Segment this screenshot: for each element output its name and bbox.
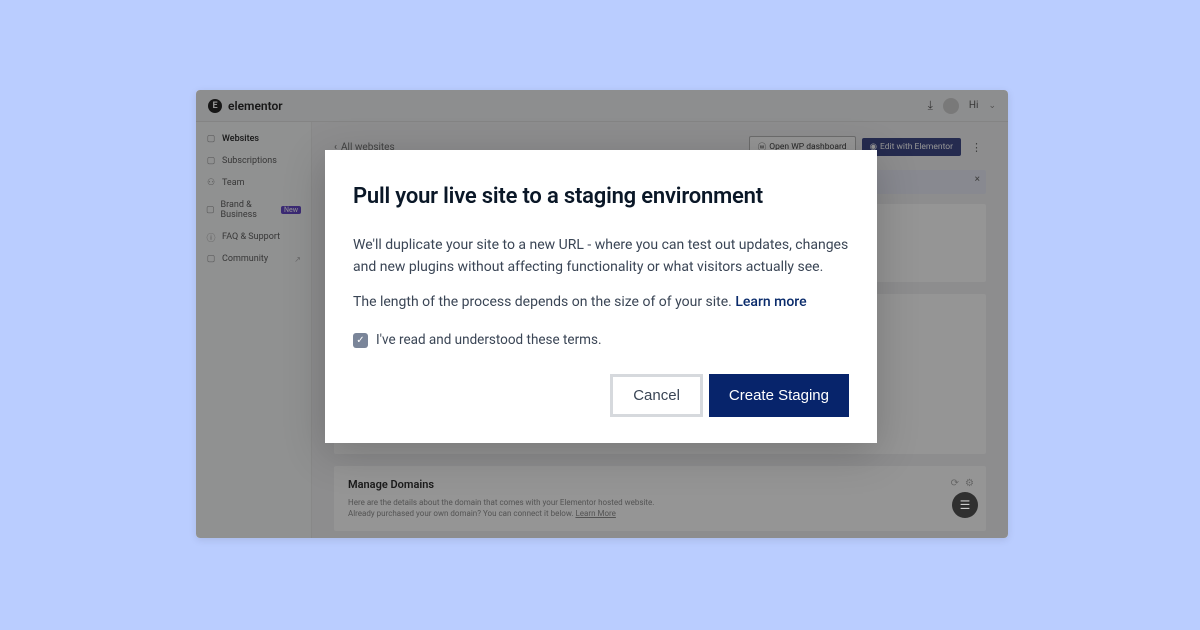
consent-checkbox[interactable]: ✓ bbox=[353, 333, 368, 348]
modal-paragraph-2: The length of the process depends on the… bbox=[353, 292, 849, 314]
help-fab[interactable]: ☰ bbox=[952, 492, 978, 518]
modal-paragraph-1: We'll duplicate your site to a new URL -… bbox=[353, 235, 849, 278]
cancel-button[interactable]: Cancel bbox=[610, 374, 703, 417]
modal-p2-text: The length of the process depends on the… bbox=[353, 294, 735, 310]
chat-icon: ☰ bbox=[960, 498, 971, 512]
modal-title: Pull your live site to a staging environ… bbox=[353, 184, 849, 209]
consent-row[interactable]: ✓ I've read and understood these terms. bbox=[353, 332, 849, 348]
consent-label: I've read and understood these terms. bbox=[376, 332, 602, 348]
learn-more-link[interactable]: Learn more bbox=[735, 294, 806, 310]
create-staging-button[interactable]: Create Staging bbox=[709, 374, 849, 417]
staging-modal: Pull your live site to a staging environ… bbox=[325, 150, 877, 443]
